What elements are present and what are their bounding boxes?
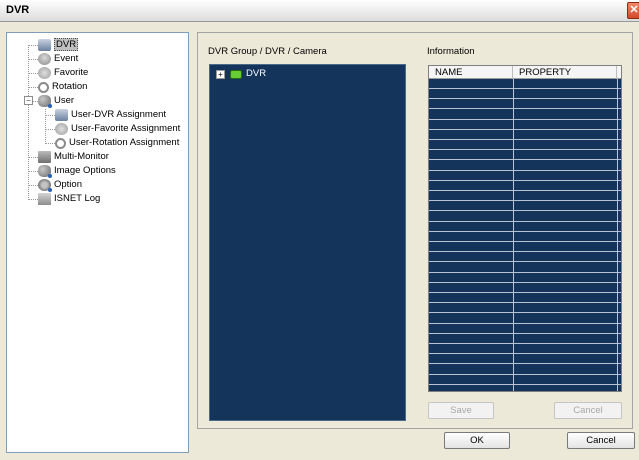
table-row[interactable] <box>429 161 621 171</box>
table-row[interactable] <box>429 293 621 304</box>
table-row[interactable] <box>429 191 621 202</box>
tree-item-option[interactable]: Option <box>38 178 82 192</box>
multi-monitor-icon <box>38 151 51 163</box>
table-row[interactable] <box>429 212 621 222</box>
dvr-root-expander[interactable]: + <box>216 70 225 79</box>
navigation-tree-panel: DVR Event Favorite Rotation − User User-… <box>6 32 189 453</box>
tree-item-label: User <box>54 95 75 106</box>
table-row[interactable] <box>429 232 621 242</box>
tree-item-label: Multi-Monitor <box>54 151 109 162</box>
tree-item-label: Option <box>54 179 82 190</box>
tree-item-label: Event <box>54 53 79 64</box>
ok-button[interactable]: OK <box>444 432 510 449</box>
tree-item-rotation[interactable]: Rotation <box>38 80 87 94</box>
user-rotation-icon <box>55 137 66 149</box>
table-row[interactable] <box>429 99 621 110</box>
table-row[interactable] <box>429 273 621 283</box>
tree-item-user-dvr-assignment[interactable]: User-DVR Assignment <box>55 108 166 122</box>
tree-item-user-rotation-assignment[interactable]: User-Rotation Assignment <box>55 136 179 150</box>
tree-item-image-options[interactable]: Image Options <box>38 164 116 178</box>
tree-item-label: Favorite <box>54 67 89 78</box>
dvr-green-icon <box>230 70 242 79</box>
column-separator <box>513 79 514 391</box>
tree-item-user-favorite-assignment[interactable]: User-Favorite Assignment <box>55 122 180 136</box>
table-row[interactable] <box>429 89 621 100</box>
table-row[interactable] <box>429 171 621 181</box>
table-row[interactable] <box>429 110 621 120</box>
user-favorite-icon <box>55 123 68 135</box>
tree-item-label: Image Options <box>54 165 116 176</box>
table-row[interactable] <box>429 242 621 253</box>
table-row[interactable] <box>429 314 621 324</box>
tree-item-label: User-DVR Assignment <box>71 109 167 120</box>
table-row[interactable] <box>429 79 621 89</box>
information-table[interactable]: NAME PROPERTY <box>428 65 622 392</box>
table-row[interactable] <box>429 252 621 263</box>
table-row[interactable] <box>429 365 621 375</box>
cancel-button[interactable]: Cancel <box>567 432 635 449</box>
table-row[interactable] <box>429 222 621 232</box>
table-row[interactable] <box>429 375 621 385</box>
information-section-label: Information <box>427 46 475 57</box>
tree-item-label: DVR <box>54 38 79 51</box>
tree-item-label: Rotation <box>52 81 88 92</box>
image-options-icon <box>38 165 52 178</box>
table-row[interactable] <box>429 130 621 140</box>
navigation-tree: DVR Event Favorite Rotation − User User-… <box>7 33 188 452</box>
table-row[interactable] <box>429 344 621 355</box>
user-dvr-icon <box>55 109 68 121</box>
table-row[interactable] <box>429 201 621 212</box>
camera-tree[interactable]: + DVR <box>209 64 406 421</box>
close-icon: ✕ <box>629 4 639 16</box>
table-row[interactable] <box>429 385 621 391</box>
dvr-icon <box>38 39 51 51</box>
cancel-info-button[interactable]: Cancel <box>554 402 622 419</box>
table-row[interactable] <box>429 324 621 334</box>
window-title: DVR <box>6 4 30 16</box>
camera-section-label: DVR Group / DVR / Camera <box>208 46 327 57</box>
table-row[interactable] <box>429 120 621 130</box>
column-header-property[interactable]: PROPERTY <box>513 66 617 79</box>
column-separator <box>617 79 618 391</box>
rotation-icon <box>38 81 49 93</box>
option-icon <box>38 179 52 192</box>
tree-item-favorite[interactable]: Favorite <box>38 66 88 80</box>
table-row[interactable] <box>429 140 621 151</box>
information-table-header: NAME PROPERTY <box>429 66 621 79</box>
tree-item-user[interactable]: User <box>38 94 74 108</box>
user-icon <box>38 95 52 108</box>
tree-item-label: User-Rotation Assignment <box>69 137 180 148</box>
event-icon <box>38 53 51 65</box>
camera-tree-root-label[interactable]: DVR <box>246 68 266 79</box>
table-row[interactable] <box>429 303 621 314</box>
tree-item-label: User-Favorite Assignment <box>71 123 181 134</box>
table-row[interactable] <box>429 354 621 365</box>
table-row[interactable] <box>429 334 621 344</box>
tree-item-multi-monitor[interactable]: Multi-Monitor <box>38 150 109 164</box>
title-bar: DVR ✕ <box>0 0 639 22</box>
tree-item-event[interactable]: Event <box>38 52 78 66</box>
table-row[interactable] <box>429 263 621 273</box>
user-expander[interactable]: − <box>24 96 33 105</box>
favorite-icon <box>38 67 51 79</box>
table-row[interactable] <box>429 181 621 191</box>
table-row[interactable] <box>429 283 621 293</box>
table-row[interactable] <box>429 150 621 161</box>
tree-item-label: ISNET Log <box>54 193 101 204</box>
tree-item-isnet-log[interactable]: ISNET Log <box>38 192 100 206</box>
column-header-name[interactable]: NAME <box>429 66 513 79</box>
save-button[interactable]: Save <box>428 402 494 419</box>
tree-item-dvr[interactable]: DVR <box>38 38 79 52</box>
close-button[interactable]: ✕ <box>627 2 639 19</box>
isnet-log-icon <box>38 193 51 205</box>
